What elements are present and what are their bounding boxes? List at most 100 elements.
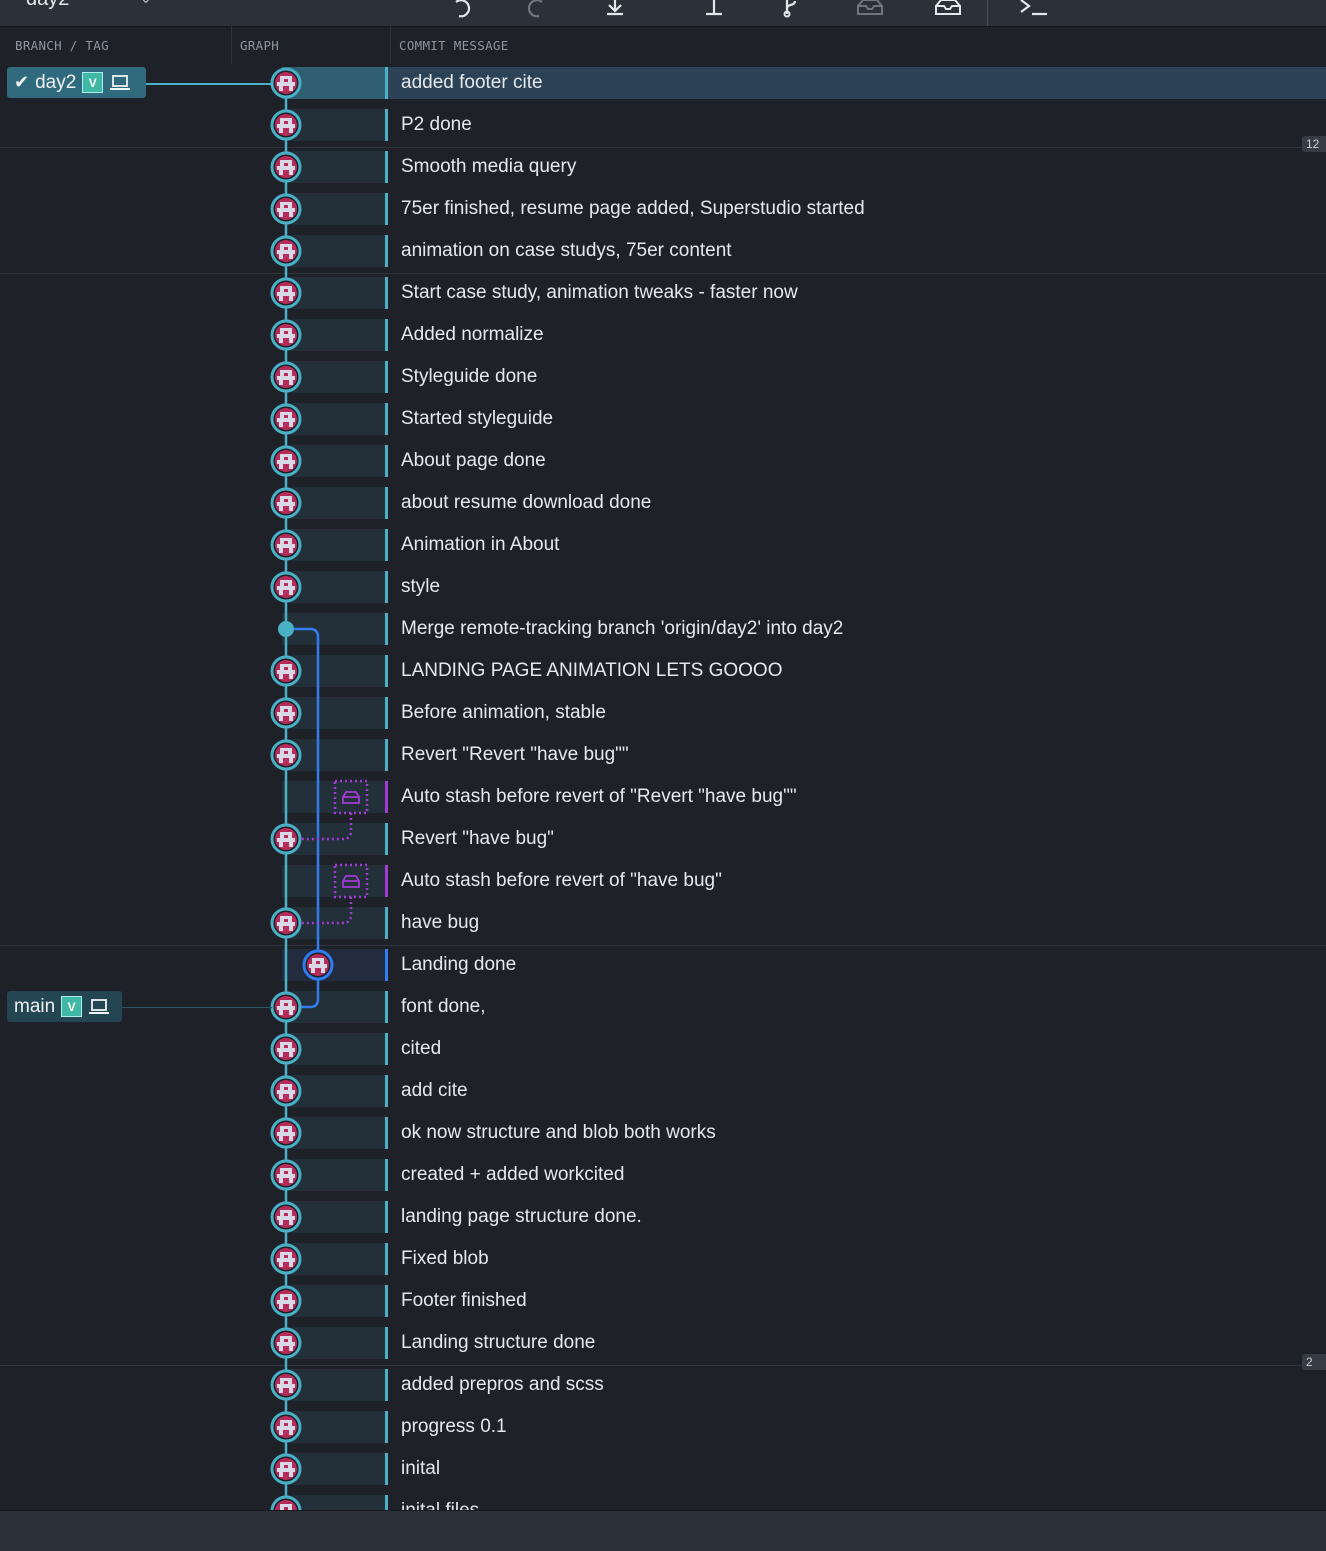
commit-message: have bug — [401, 912, 480, 933]
avatar-pixel — [277, 754, 295, 758]
redo-icon[interactable] — [522, 0, 552, 22]
avatar-pixel — [289, 590, 293, 595]
avatar-pixel — [289, 1010, 293, 1015]
column-divider[interactable] — [231, 26, 232, 64]
commit-message: Styleguide done — [401, 366, 538, 387]
pull-icon[interactable] — [600, 0, 630, 22]
user-avatar: V — [82, 72, 104, 93]
commit-message-column-header[interactable]: COMMIT MESSAGE — [399, 38, 509, 53]
avatar-pixel — [284, 835, 288, 838]
avatar-pixel — [284, 121, 288, 124]
commit-message: Smooth media query — [401, 156, 577, 177]
avatar-pixel — [284, 1171, 288, 1174]
avatar-pixel — [284, 583, 288, 586]
avatar-pixel — [279, 842, 283, 847]
avatar-pixel — [289, 1052, 293, 1057]
avatar-pixel — [277, 82, 295, 86]
commit-message: animation on case studys, 75er content — [401, 240, 732, 261]
checkmark-icon: ✔ — [14, 72, 30, 92]
branch-ref-main[interactable]: main V — [7, 991, 122, 1022]
avatar-pixel — [277, 1342, 295, 1346]
avatar-pixel — [277, 502, 295, 506]
stash-icon[interactable] — [855, 0, 885, 22]
avatar-pixel — [289, 1220, 293, 1225]
scroll-marker-badge[interactable]: 2 — [1302, 1354, 1326, 1370]
avatar-pixel — [289, 254, 293, 259]
push-icon[interactable] — [699, 0, 729, 22]
commit-message: LANDING PAGE ANIMATION LETS GOOOO — [401, 660, 783, 681]
avatar-pixel — [284, 289, 288, 292]
avatar-pixel — [289, 842, 293, 847]
avatar-pixel — [279, 1346, 283, 1351]
scroll-marker-badge[interactable]: 12 — [1302, 136, 1326, 152]
avatar-pixel — [279, 1010, 283, 1015]
avatar-pixel — [284, 331, 288, 334]
undo-icon[interactable] — [446, 0, 476, 22]
commit-message: inital — [401, 1458, 441, 1479]
avatar-pixel — [289, 1262, 293, 1267]
pop-stash-icon[interactable] — [933, 0, 963, 22]
branch-icon[interactable] — [776, 0, 806, 22]
avatar-pixel — [289, 1472, 293, 1477]
avatar-pixel — [277, 670, 295, 674]
avatar-pixel — [279, 1430, 283, 1435]
avatar-pixel — [284, 1213, 288, 1216]
avatar-pixel — [284, 457, 288, 460]
commit-message: Added normalize — [401, 324, 544, 345]
commit-message: Started styleguide — [401, 408, 554, 429]
avatar-pixel — [284, 1423, 288, 1426]
avatar-pixel — [289, 926, 293, 931]
avatar-pixel — [277, 1174, 295, 1178]
avatar-pixel — [284, 1381, 288, 1384]
avatar-pixel — [277, 1468, 295, 1472]
commit-message: added prepros and scss — [401, 1374, 604, 1395]
avatar-pixel — [284, 1087, 288, 1090]
branch-name: day2 — [35, 71, 77, 93]
avatar-pixel — [279, 422, 283, 427]
avatar-pixel — [277, 712, 295, 716]
commit-message: Auto stash before revert of "Revert "hav… — [401, 786, 797, 807]
chevron-down-icon[interactable]: ⌄ — [140, 0, 152, 7]
commit-message: Animation in About — [401, 534, 560, 555]
commit-message: Before animation, stable — [401, 702, 606, 723]
ref-connector — [146, 83, 272, 85]
avatar-pixel — [279, 1304, 283, 1309]
avatar-pixel — [277, 1132, 295, 1136]
avatar-pixel — [311, 968, 315, 973]
avatar-pixel — [289, 548, 293, 553]
avatar-pixel — [277, 1090, 295, 1094]
avatar-pixel — [277, 838, 295, 842]
branch-ref-day2[interactable]: ✔ day2 V — [7, 67, 146, 98]
commit-message: progress 0.1 — [401, 1416, 507, 1437]
avatar-pixel — [277, 250, 295, 254]
terminal-icon[interactable] — [1018, 0, 1048, 22]
avatar-pixel — [279, 254, 283, 259]
current-branch-label[interactable]: day2 — [26, 0, 69, 11]
commit-message: about resume download done — [401, 492, 652, 513]
avatar-pixel — [279, 212, 283, 217]
commit-message: style — [401, 576, 441, 597]
avatar-pixel — [289, 674, 293, 679]
avatar-pixel — [279, 674, 283, 679]
avatar-pixel — [277, 922, 295, 926]
avatar-pixel — [277, 1216, 295, 1220]
column-divider[interactable] — [390, 26, 391, 64]
commit-message: Auto stash before revert of "have bug" — [401, 870, 722, 891]
graph-column-header[interactable]: GRAPH — [240, 38, 279, 53]
commit-message: ok now structure and blob both works — [401, 1122, 716, 1143]
avatar-pixel — [279, 716, 283, 721]
avatar-pixel — [277, 334, 295, 338]
avatar-pixel — [279, 128, 283, 133]
avatar-pixel — [279, 86, 283, 91]
branch-tag-column-header[interactable]: BRANCH / TAG — [15, 38, 109, 53]
avatar-pixel — [284, 1465, 288, 1468]
avatar-pixel — [289, 380, 293, 385]
avatar-pixel — [289, 212, 293, 217]
avatar-pixel — [289, 1178, 293, 1183]
avatar-pixel — [284, 541, 288, 544]
commit-message: Fixed blob — [401, 1248, 489, 1269]
avatar-pixel — [277, 1258, 295, 1262]
avatar-pixel — [284, 919, 288, 922]
avatar-pixel — [284, 1003, 288, 1006]
user-avatar: V — [61, 996, 83, 1017]
